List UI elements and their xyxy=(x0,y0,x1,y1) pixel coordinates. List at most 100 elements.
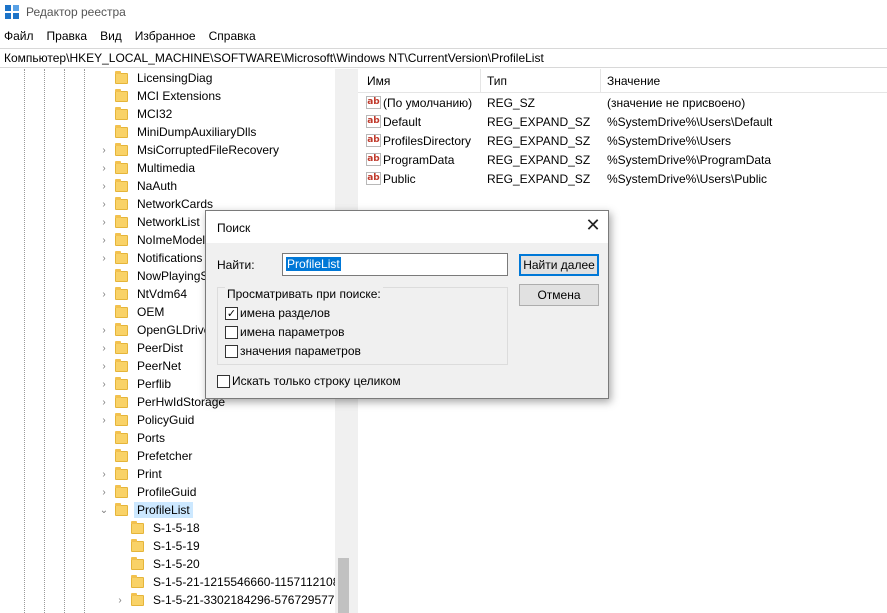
chevron-icon[interactable]: › xyxy=(99,487,109,498)
tree-node[interactable]: › OpenGLDriver xyxy=(99,321,217,339)
value-data: %SystemDrive%\Users xyxy=(607,134,732,148)
option-keys[interactable]: ✓ имена разделов xyxy=(225,305,330,321)
chevron-icon[interactable]: › xyxy=(99,469,109,480)
menu-view[interactable]: Вид xyxy=(96,27,129,47)
column-type-header[interactable]: Тип xyxy=(487,74,507,88)
chevron-icon[interactable]: ⌄ xyxy=(99,505,109,516)
column-separator[interactable] xyxy=(480,69,481,93)
tree-node[interactable]: ⌄ ProfileList xyxy=(99,501,193,519)
dialog-titlebar[interactable]: Поиск ✕ xyxy=(206,211,608,243)
value-type: REG_EXPAND_SZ xyxy=(487,134,591,148)
tree-node[interactable]: › Multimedia xyxy=(99,159,198,177)
checkbox-values[interactable] xyxy=(225,325,238,339)
value-row[interactable]: ab ProgramData REG_EXPAND_SZ %SystemDrive%\… xyxy=(358,151,887,170)
cancel-button[interactable]: Отмена xyxy=(519,284,599,306)
tree-node[interactable]: › MsiCorruptedFileRecovery xyxy=(99,141,282,159)
chevron-icon[interactable]: › xyxy=(99,361,109,372)
folder-icon xyxy=(115,484,128,498)
chevron-icon[interactable]: › xyxy=(99,217,109,228)
window-titlebar[interactable]: Редактор реестра xyxy=(0,0,887,26)
tree-node[interactable]: Ports xyxy=(99,429,168,447)
chevron-icon[interactable]: › xyxy=(115,595,125,606)
folder-icon xyxy=(115,322,128,336)
close-icon[interactable]: ✕ xyxy=(582,215,604,237)
folder-icon xyxy=(115,250,128,264)
chevron-icon[interactable]: › xyxy=(99,343,109,354)
tree-node[interactable]: S-1-5-21-1215546660-1157112108-2 xyxy=(115,573,352,591)
tree-node[interactable]: LicensingDiag xyxy=(99,69,215,87)
chevron-icon[interactable]: › xyxy=(99,325,109,336)
value-row[interactable]: ab ProfilesDirectory REG_EXPAND_SZ %SystemD… xyxy=(358,132,887,151)
chevron-icon[interactable]: › xyxy=(99,397,109,408)
menu-favorites[interactable]: Избранное xyxy=(131,27,203,47)
tree-node[interactable]: › NetworkCards xyxy=(99,195,216,213)
chevron-icon[interactable]: › xyxy=(99,235,109,246)
value-name: Default xyxy=(383,115,422,129)
value-data: %SystemDrive%\ProgramData xyxy=(607,153,772,167)
value-row[interactable]: ab (По умолчанию) REG_SZ (значение не присв… xyxy=(358,94,887,113)
tree-node-label: LicensingDiag xyxy=(137,71,213,85)
tree-node[interactable]: MCI Extensions xyxy=(99,87,224,105)
find-next-button[interactable]: Найти далее xyxy=(519,254,599,276)
option-keys-label: имена разделов xyxy=(240,306,331,320)
tree-node[interactable]: MiniDumpAuxiliaryDlls xyxy=(99,123,259,141)
find-input-value: ProfileList xyxy=(286,257,341,271)
tree-node[interactable]: › ProfileGuid xyxy=(99,483,199,501)
address-bar[interactable]: Компьютер\HKEY_LOCAL_MACHINE\SOFTWARE\Mi… xyxy=(0,48,887,68)
folder-icon xyxy=(115,70,128,84)
chevron-icon[interactable]: › xyxy=(99,163,109,174)
value-row[interactable]: ab Default REG_EXPAND_SZ %SystemDrive%\User… xyxy=(358,113,887,132)
window-title: Редактор реестра xyxy=(26,5,126,19)
tree-node[interactable]: › NoImeModel xyxy=(99,231,208,249)
tree-node[interactable]: › PeerNet xyxy=(99,357,184,375)
tree-node[interactable]: NowPlayingSe xyxy=(99,267,218,285)
chevron-icon[interactable]: › xyxy=(99,253,109,264)
option-values[interactable]: имена параметров xyxy=(225,324,345,340)
option-whole-string[interactable]: Искать только строку целиком xyxy=(217,373,401,389)
option-whole-string-label: Искать только строку целиком xyxy=(232,374,401,388)
tree-node[interactable]: › Perflib xyxy=(99,375,174,393)
tree-node[interactable]: › PeerDist xyxy=(99,339,186,357)
column-name-header[interactable]: Имя xyxy=(367,74,390,88)
tree-node[interactable]: MCI32 xyxy=(99,105,175,123)
value-row[interactable]: ab Public REG_EXPAND_SZ %SystemDrive%\Users… xyxy=(358,170,887,189)
chevron-icon[interactable]: › xyxy=(99,145,109,156)
checkbox-whole-string[interactable] xyxy=(217,374,230,388)
tree-node[interactable]: › S-1-5-21-3302184296-576729577-24 xyxy=(115,591,352,609)
column-data-header[interactable]: Значение xyxy=(607,74,660,88)
tree-node[interactable]: › NetworkList xyxy=(99,213,203,231)
tree-node[interactable]: › NaAuth xyxy=(99,177,180,195)
string-value-icon: ab xyxy=(366,153,381,166)
checkbox-keys[interactable]: ✓ xyxy=(225,306,238,320)
tree-node-label: S-1-5-18 xyxy=(153,521,200,535)
tree-node-label: NetworkList xyxy=(137,215,200,229)
tree-node-label: NaAuth xyxy=(137,179,178,193)
tree-node[interactable]: › Print xyxy=(99,465,165,483)
option-values-label: имена параметров xyxy=(240,325,345,339)
folder-icon xyxy=(115,466,128,480)
tree-node-label: PeerNet xyxy=(137,359,182,373)
chevron-icon[interactable]: › xyxy=(99,181,109,192)
tree-node[interactable]: › NtVdm64 xyxy=(99,285,190,303)
menu-help[interactable]: Справка xyxy=(205,27,263,47)
tree-node-label: Ports xyxy=(137,431,166,445)
tree-node[interactable]: › Notifications xyxy=(99,249,205,267)
tree-node[interactable]: OEM xyxy=(99,303,167,321)
tree-node[interactable]: Prefetcher xyxy=(99,447,195,465)
tree-node[interactable]: S-1-5-18 xyxy=(115,519,203,537)
chevron-icon[interactable]: › xyxy=(99,379,109,390)
folder-icon xyxy=(115,232,128,246)
chevron-icon[interactable]: › xyxy=(99,415,109,426)
checkbox-data[interactable] xyxy=(225,344,238,358)
folder-icon xyxy=(115,124,128,138)
tree-node[interactable]: S-1-5-20 xyxy=(115,555,203,573)
tree-node[interactable]: › PolicyGuid xyxy=(99,411,197,429)
chevron-icon[interactable]: › xyxy=(99,289,109,300)
tree-scrollbar-thumb[interactable] xyxy=(338,558,349,613)
chevron-icon[interactable]: › xyxy=(99,199,109,210)
menu-file[interactable]: Файл xyxy=(0,27,41,47)
option-data[interactable]: значения параметров xyxy=(225,343,361,359)
menu-edit[interactable]: Правка xyxy=(43,27,95,47)
column-separator[interactable] xyxy=(600,69,601,93)
tree-node[interactable]: S-1-5-19 xyxy=(115,537,203,555)
